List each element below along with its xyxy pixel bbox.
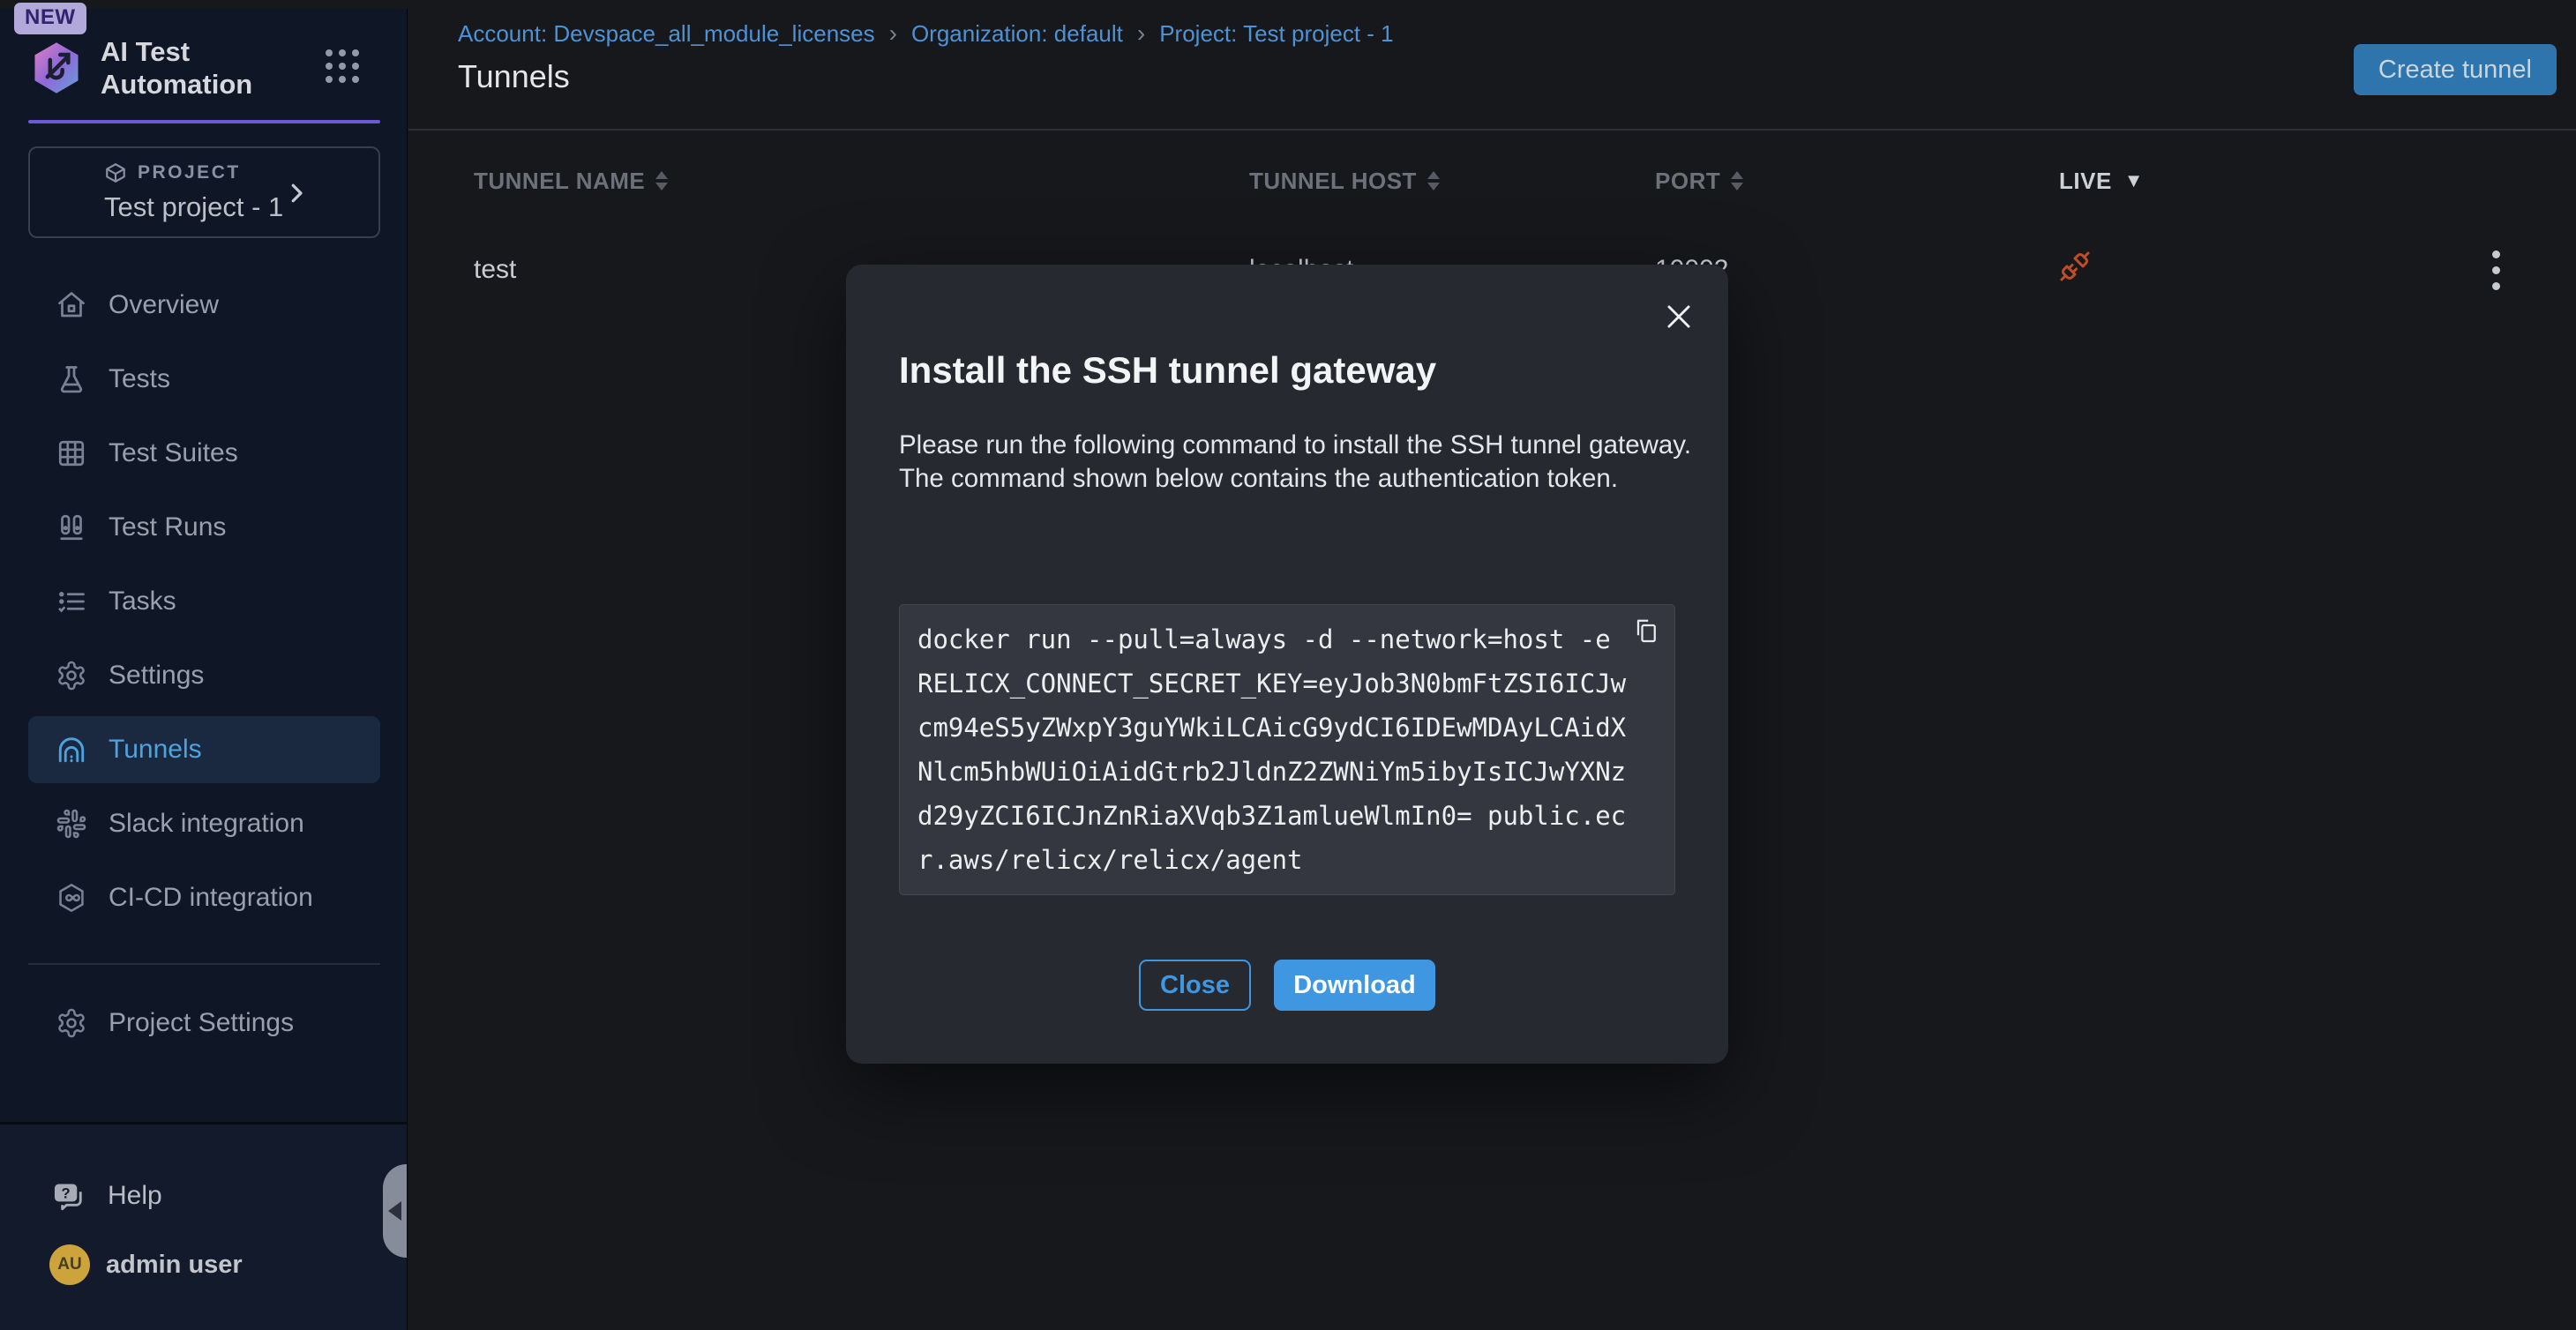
table-header: TUNNEL NAME ▼ TUNNEL HOST ▼ PORT ▼ LIVE … bbox=[408, 143, 2576, 219]
page-header: Account: Devspace_all_module_licenses Or… bbox=[408, 0, 2576, 131]
help-label: Help bbox=[108, 1181, 162, 1211]
project-selector[interactable]: PROJECT Test project - 1 bbox=[28, 146, 380, 238]
sidebar-nav-item[interactable]: Settings bbox=[28, 642, 380, 709]
column-header[interactable]: TUNNEL HOST ▼ bbox=[1249, 168, 1655, 195]
sidebar-secondary-nav: Project Settings bbox=[0, 990, 407, 1057]
app-logo bbox=[28, 39, 85, 97]
chevron-right-icon bbox=[283, 180, 310, 206]
sidebar-item-label: Tests bbox=[109, 364, 170, 394]
breadcrumb-item[interactable]: Project: Test project - 1 bbox=[1123, 19, 1394, 48]
sidebar-item-label: Tunnels bbox=[109, 735, 202, 765]
live-status-cell bbox=[2059, 250, 2487, 289]
install-gateway-modal: Install the SSH tunnel gateway Please ru… bbox=[846, 265, 1728, 1064]
sort-arrows-icon bbox=[1427, 171, 1440, 191]
sidebar: AI Test Automation PROJECT Test project … bbox=[0, 9, 408, 1330]
sidebar-divider bbox=[28, 963, 380, 965]
modal-close-icon[interactable] bbox=[1661, 300, 1696, 335]
user-menu[interactable]: AU admin user bbox=[49, 1244, 407, 1285]
app-title: AI Test Automation bbox=[101, 35, 295, 101]
sort-arrows-icon bbox=[655, 171, 668, 191]
new-badge: NEW bbox=[14, 3, 86, 34]
sidebar-nav-item[interactable]: CI-CD integration bbox=[28, 864, 380, 931]
copy-icon[interactable] bbox=[1629, 614, 1664, 649]
download-button[interactable]: Download bbox=[1274, 960, 1435, 1011]
sidebar-item-label: Test Runs bbox=[109, 512, 226, 542]
sidebar-item-label: Settings bbox=[109, 661, 204, 691]
sidebar-collapse-handle[interactable] bbox=[383, 1164, 407, 1258]
row-actions-cell bbox=[2487, 245, 2576, 295]
sidebar-footer: ? Help AU admin user bbox=[0, 1122, 407, 1330]
tunnel-icon bbox=[56, 734, 87, 766]
breadcrumb-item[interactable]: Account: Devspace_all_module_licenses bbox=[458, 19, 875, 48]
package-icon bbox=[104, 161, 127, 184]
kebab-menu-icon[interactable] bbox=[2487, 245, 2505, 295]
svg-text:?: ? bbox=[62, 1185, 71, 1202]
help-chat-icon: ? bbox=[51, 1179, 85, 1213]
brand-divider bbox=[28, 120, 380, 123]
project-label: PROJECT bbox=[138, 162, 241, 183]
unplug-icon bbox=[2059, 259, 2091, 288]
sidebar-item-label: Project Settings bbox=[109, 1008, 294, 1038]
sidebar-item-label: CI-CD integration bbox=[109, 883, 313, 913]
sidebar-nav-item[interactable]: Slack integration bbox=[28, 790, 380, 857]
sidebar-item-label: Test Suites bbox=[109, 438, 238, 468]
column-header[interactable]: PORT ▼ bbox=[1655, 168, 2059, 195]
columns-icon bbox=[56, 512, 87, 543]
command-line: cm94eS5yZWxpY3guYWkiLCAicG9ydCI6IDEwMDAy… bbox=[917, 706, 1674, 750]
modal-actions: Close Download bbox=[846, 960, 1728, 1011]
sidebar-nav-item[interactable]: Tests bbox=[28, 346, 380, 413]
apps-grid-icon[interactable] bbox=[326, 49, 359, 83]
command-line: docker run --pull=always -d --network=ho… bbox=[917, 617, 1674, 661]
breadcrumb: Account: Devspace_all_module_licenses Or… bbox=[458, 19, 1394, 48]
sort-arrows-icon bbox=[1731, 171, 1743, 191]
slack-icon bbox=[56, 808, 87, 840]
sidebar-nav-item[interactable]: Project Settings bbox=[28, 990, 380, 1057]
tasks-icon bbox=[56, 586, 87, 617]
sidebar-item-label: Slack integration bbox=[109, 809, 304, 839]
command-line: RELICX_CONNECT_SECRET_KEY=eyJob3N0bmFtZS… bbox=[917, 661, 1674, 706]
sidebar-nav-item[interactable]: Test Suites bbox=[28, 420, 380, 487]
sidebar-nav-item[interactable]: Tunnels bbox=[28, 716, 380, 783]
flask-icon bbox=[56, 363, 87, 395]
sort-desc-icon: ▼ bbox=[2124, 169, 2144, 192]
sidebar-nav-item[interactable]: Overview bbox=[28, 272, 380, 339]
page-title: Tunnels bbox=[458, 58, 570, 95]
avatar: AU bbox=[49, 1244, 90, 1285]
create-tunnel-button[interactable]: Create tunnel bbox=[2354, 44, 2557, 95]
sidebar-nav-item[interactable]: Test Runs bbox=[28, 494, 380, 561]
user-name: admin user bbox=[106, 1251, 243, 1280]
command-code-block: docker run --pull=always -d --network=ho… bbox=[899, 604, 1675, 895]
gear-icon bbox=[56, 660, 87, 691]
grid-icon bbox=[56, 437, 87, 469]
sidebar-nav: Overview Tests Test Suites Test Runs Tas… bbox=[0, 272, 407, 931]
close-button[interactable]: Close bbox=[1139, 960, 1251, 1011]
home-icon bbox=[56, 289, 87, 321]
sidebar-nav-item[interactable]: Tasks bbox=[28, 568, 380, 635]
cicd-icon bbox=[56, 882, 87, 914]
collapse-arrow-icon bbox=[388, 1201, 401, 1221]
modal-description: Please run the following command to inst… bbox=[899, 429, 1697, 496]
project-name: Test project - 1 bbox=[104, 191, 283, 223]
breadcrumb-item[interactable]: Organization: default bbox=[875, 19, 1123, 48]
sidebar-item-label: Overview bbox=[109, 290, 219, 320]
column-header[interactable]: LIVE ▼ bbox=[2059, 168, 2487, 195]
help-button[interactable]: ? Help bbox=[51, 1179, 407, 1213]
modal-title: Install the SSH tunnel gateway bbox=[899, 349, 1436, 392]
command-line: r.aws/relicx/relicx/agent bbox=[917, 838, 1674, 882]
column-header[interactable]: TUNNEL NAME ▼ bbox=[474, 168, 1249, 195]
sidebar-item-label: Tasks bbox=[109, 587, 176, 616]
command-line: d29yZCI6ICJnZnRiaXVqb3Z1amlueWlmIn0= pub… bbox=[917, 794, 1674, 838]
gear-icon bbox=[56, 1007, 87, 1039]
command-line: Nlcm5hbWUiOiAidGtrb2JldnZ2ZWNiYm5ibyIsIC… bbox=[917, 750, 1674, 794]
